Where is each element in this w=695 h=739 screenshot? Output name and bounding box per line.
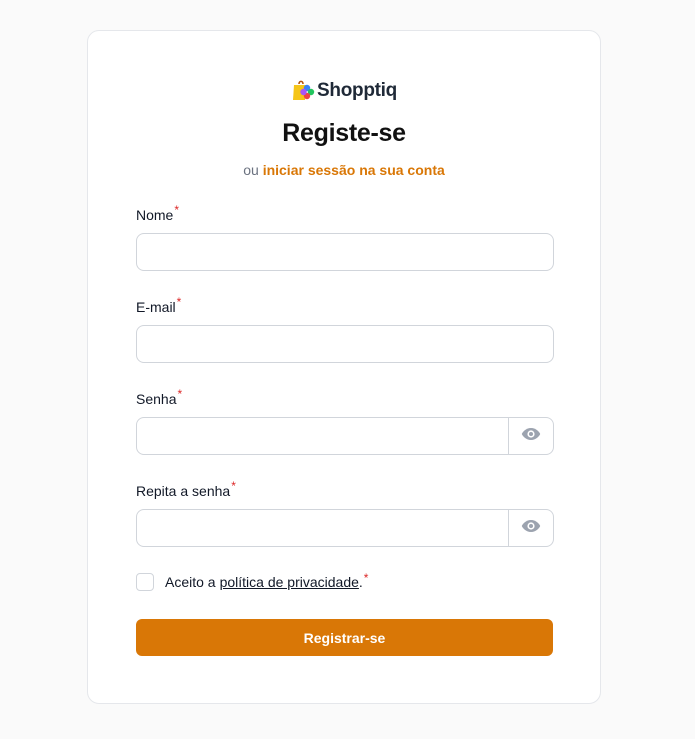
email-field-group: E-mail *: [136, 295, 554, 363]
terms-prefix: Aceito a: [165, 574, 216, 590]
password-repeat-label: Repita a senha *: [136, 479, 554, 499]
name-input[interactable]: [137, 234, 553, 270]
shopping-bag-logo-icon: [291, 79, 315, 103]
password-label-text: Senha: [136, 391, 177, 407]
email-input-wrapper: [136, 325, 554, 363]
password-repeat-input[interactable]: [137, 510, 508, 546]
page-title: Registe-se: [282, 119, 406, 147]
name-label-text: Nome: [136, 207, 174, 223]
privacy-checkbox[interactable]: [136, 573, 154, 591]
required-mark: *: [231, 479, 236, 493]
eye-icon: [521, 519, 541, 538]
brand-name: Shopptiq: [317, 80, 397, 101]
email-label: E-mail *: [136, 295, 554, 315]
privacy-consent: Aceito a política de privacidade. *: [136, 571, 369, 591]
password-input[interactable]: [137, 418, 508, 454]
email-label-text: E-mail: [136, 299, 176, 315]
register-card: Shopptiq Registe-se ou iniciar sessão na…: [87, 30, 601, 704]
password-label: Senha *: [136, 387, 554, 407]
login-prompt: ou iniciar sessão na sua conta: [88, 162, 600, 178]
terms-suffix: .: [358, 574, 363, 590]
required-mark: *: [177, 387, 183, 401]
eye-icon: [521, 427, 541, 446]
login-link[interactable]: iniciar sessão na sua conta: [263, 162, 445, 178]
password-visibility-toggle[interactable]: [508, 418, 553, 454]
password-repeat-input-wrapper: [136, 509, 554, 547]
subtitle-prefix: ou: [243, 162, 259, 178]
password-repeat-field-group: Repita a senha *: [136, 479, 554, 547]
password-field-group: Senha *: [136, 387, 554, 455]
password-repeat-visibility-toggle[interactable]: [508, 510, 553, 546]
brand-logo: Shopptiq: [88, 79, 600, 103]
email-input[interactable]: [137, 326, 553, 362]
password-repeat-label-text: Repita a senha: [136, 483, 231, 499]
required-mark: *: [363, 571, 369, 585]
required-mark: *: [176, 295, 182, 309]
required-mark: *: [174, 203, 180, 217]
password-input-wrapper: [136, 417, 554, 455]
register-button[interactable]: Registrar-se: [136, 619, 553, 656]
name-label: Nome *: [136, 203, 554, 223]
privacy-policy-link[interactable]: política de privacidade: [220, 574, 359, 590]
name-input-wrapper: [136, 233, 554, 271]
name-field-group: Nome *: [136, 203, 554, 271]
